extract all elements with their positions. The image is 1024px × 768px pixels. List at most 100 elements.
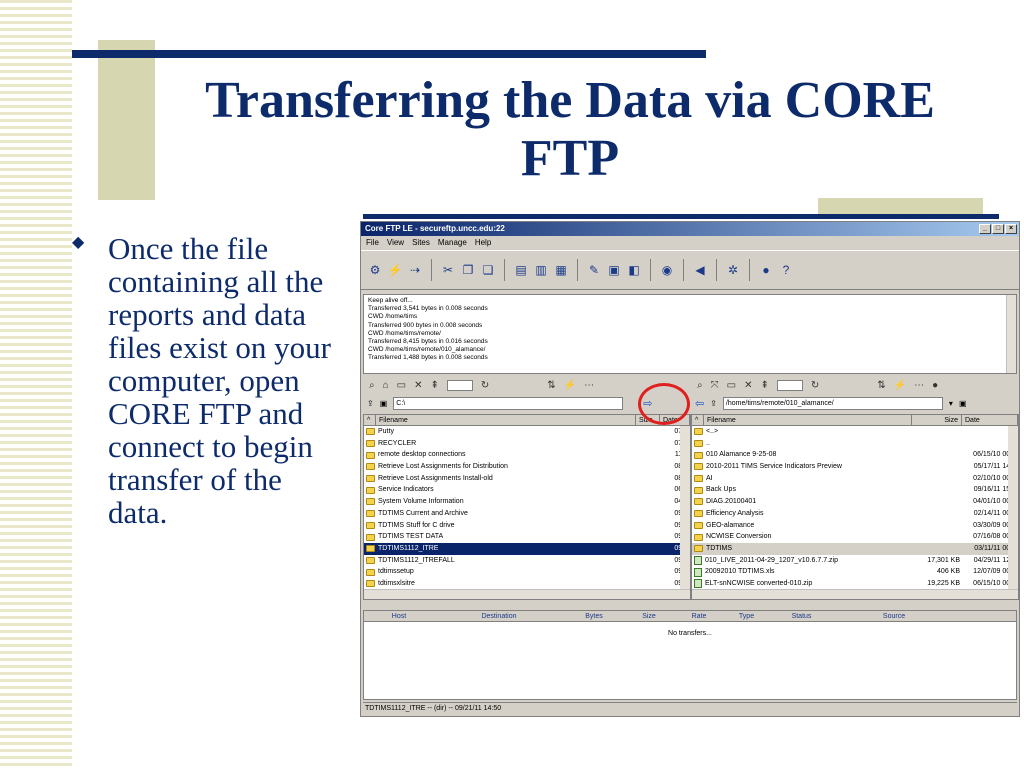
search-icon[interactable]: ⌕ [697, 380, 703, 391]
maximize-button[interactable]: □ [992, 224, 1004, 234]
table-row[interactable]: TDTIMS Stuff for C drive 09/2 [364, 520, 690, 532]
filter-icon[interactable]: ⇞ [760, 380, 768, 391]
new-folder-icon[interactable]: ▭ [727, 380, 736, 391]
delete-icon[interactable]: ✕ [414, 380, 422, 391]
table-row[interactable]: Back Ups 09/16/11 15:4 [692, 484, 1018, 496]
table-row[interactable]: Efficiency Analysis 02/14/11 00:0 [692, 508, 1018, 520]
table-row[interactable]: TDTIMS1112_ITRE 09/2 [364, 542, 690, 555]
menu-sites[interactable]: Sites [412, 236, 430, 250]
copy-icon[interactable]: ❐ [460, 262, 476, 278]
table-row[interactable]: .. [692, 438, 1018, 450]
refresh-icon[interactable]: ↻ [811, 380, 819, 391]
table-row[interactable]: DIAG.20100401 04/01/10 00:0 [692, 496, 1018, 508]
table-row[interactable]: 2010-2011 TIMS Service Indicators Previe… [692, 461, 1018, 473]
download-arrow-icon[interactable]: ⇦ [695, 397, 704, 410]
local-connect-icon[interactable]: ⚡ [564, 380, 576, 391]
table-row[interactable]: TDTIMS1112_ITREFALL 09/2 [364, 555, 690, 567]
table-row[interactable]: tdtimsxlsitre 09/2 [364, 578, 690, 590]
refresh-icon[interactable]: ↻ [481, 380, 489, 391]
table-row[interactable]: GEO-alamance 03/30/09 00:0 [692, 520, 1018, 532]
page-icon[interactable]: ▦ [553, 262, 569, 278]
sort-icon[interactable]: ⇅ [547, 380, 555, 391]
queue-col-type[interactable]: Type [724, 611, 769, 621]
table-row[interactable]: Retrieve Lost Assignments for Distributi… [364, 461, 690, 473]
table-row[interactable]: ELT-snNCWISE converted-010.zip 19,225 KB… [692, 578, 1018, 590]
folder-up-icon[interactable]: ⌂ [383, 380, 389, 391]
disconnect-icon[interactable]: ⇢ [407, 262, 423, 278]
log-scrollbar[interactable] [1006, 295, 1016, 373]
col-date[interactable]: Date [962, 415, 1018, 425]
delete-icon[interactable]: ✕ [744, 380, 752, 391]
path-dropdown-icon[interactable]: ▾ [949, 399, 953, 408]
queue-col-destination[interactable]: Destination [434, 611, 564, 621]
edit-icon[interactable]: ▥ [533, 262, 549, 278]
info-icon[interactable]: ● [758, 262, 774, 278]
table-row[interactable]: 20092010 TDTIMS.xls 406 KB 12/07/09 00:0 [692, 566, 1018, 578]
filter-icon[interactable]: ⇞ [431, 380, 439, 391]
close-button[interactable]: × [1005, 224, 1017, 234]
queue-col-source[interactable]: Source [834, 611, 954, 621]
status-dot-icon: ● [932, 379, 939, 391]
local-path-input[interactable]: C:\ [393, 396, 624, 410]
table-row[interactable]: Retrieve Lost Assignments Install-old 08… [364, 473, 690, 485]
table-row[interactable]: Service Indicators 06/0 [364, 484, 690, 496]
remote-path-input[interactable]: /home/tims/remote/010_alamance/ [722, 396, 943, 410]
remote-vscrollbar[interactable] [1008, 426, 1018, 590]
remote-dots-icon[interactable]: ⋯ [914, 380, 924, 391]
local-hscrollbar[interactable] [364, 589, 690, 599]
eye-icon[interactable]: ◉ [659, 262, 675, 278]
sound-icon[interactable]: ◀ [692, 262, 708, 278]
table-row[interactable]: remote desktop connections 11/2 [364, 449, 690, 461]
menu-view[interactable]: View [387, 236, 404, 250]
table-row[interactable]: Putty 07/0 [364, 426, 690, 438]
remote-folder-icon[interactable]: ▣ [959, 399, 967, 408]
col-filename[interactable]: Filename [376, 415, 636, 425]
expand-icon[interactable]: ⤧ [711, 380, 719, 391]
help-icon[interactable]: ? [778, 262, 794, 278]
search-icon[interactable]: ⌕ [369, 380, 375, 391]
col-size[interactable]: Size [912, 415, 962, 425]
table-row[interactable]: 010 Alamance 9-25-08 06/15/10 00:0 [692, 449, 1018, 461]
cut-icon[interactable]: ✂ [440, 262, 456, 278]
queue-col-rate[interactable]: Rate [674, 611, 724, 621]
table-row[interactable]: <..> [692, 426, 1018, 438]
table-row[interactable]: TDTIMS TEST DATA 09/2 [364, 531, 690, 543]
table-row[interactable]: TDTIMS Current and Archive 09/1 [364, 508, 690, 520]
remote-filter-input[interactable] [776, 379, 803, 391]
schedule-icon[interactable]: ▣ [606, 262, 622, 278]
table-row[interactable]: AI 02/10/10 00:0 [692, 473, 1018, 485]
new-folder-icon[interactable]: ▭ [397, 380, 406, 391]
local-dots-icon[interactable]: ⋯ [584, 380, 594, 391]
tools-icon[interactable]: ✎ [586, 262, 602, 278]
connect-icon[interactable]: ⚡ [387, 262, 403, 278]
site-manager-icon[interactable]: ⚙ [367, 262, 383, 278]
remote-up-icon[interactable]: ⇪ [710, 399, 717, 408]
remote-connect-icon[interactable]: ⚡ [894, 380, 906, 391]
local-up-icon[interactable]: ⇪ [367, 399, 374, 408]
local-folder-icon[interactable]: ▣ [380, 399, 388, 408]
table-row[interactable]: tdtimssetup 09/2 [364, 566, 690, 578]
menu-file[interactable]: File [366, 236, 379, 250]
table-row[interactable]: 010_LIVE_2011-04-29_1207_v10.6.7.7.zip 1… [692, 555, 1018, 567]
local-filter-input[interactable] [446, 379, 473, 391]
table-row[interactable]: TDTIMS 03/11/11 00:0 [692, 542, 1018, 555]
queue-col-size[interactable]: Size [624, 611, 674, 621]
paste-icon[interactable]: ❏ [480, 262, 496, 278]
queue-col-host[interactable]: Host [364, 611, 434, 621]
settings-icon[interactable]: ✲ [725, 262, 741, 278]
sort-icon[interactable]: ⇅ [877, 380, 885, 391]
minimize-button[interactable]: _ [979, 224, 991, 234]
col-filename[interactable]: Filename [704, 415, 912, 425]
queue-col-bytes[interactable]: Bytes [564, 611, 624, 621]
table-row[interactable]: System Volume Information 04/0 [364, 496, 690, 508]
local-vscrollbar[interactable] [680, 426, 690, 590]
menu-help[interactable]: Help [475, 236, 491, 250]
upload-icon[interactable]: ◧ [626, 262, 642, 278]
table-row[interactable]: NCWISE Conversion 07/16/08 00:0 [692, 531, 1018, 543]
remote-hscrollbar[interactable] [692, 589, 1018, 599]
file-size [912, 508, 962, 520]
view-icon[interactable]: ▤ [513, 262, 529, 278]
table-row[interactable]: RECYCLER 07/1 [364, 438, 690, 450]
menu-manage[interactable]: Manage [438, 236, 467, 250]
queue-col-status[interactable]: Status [769, 611, 834, 621]
